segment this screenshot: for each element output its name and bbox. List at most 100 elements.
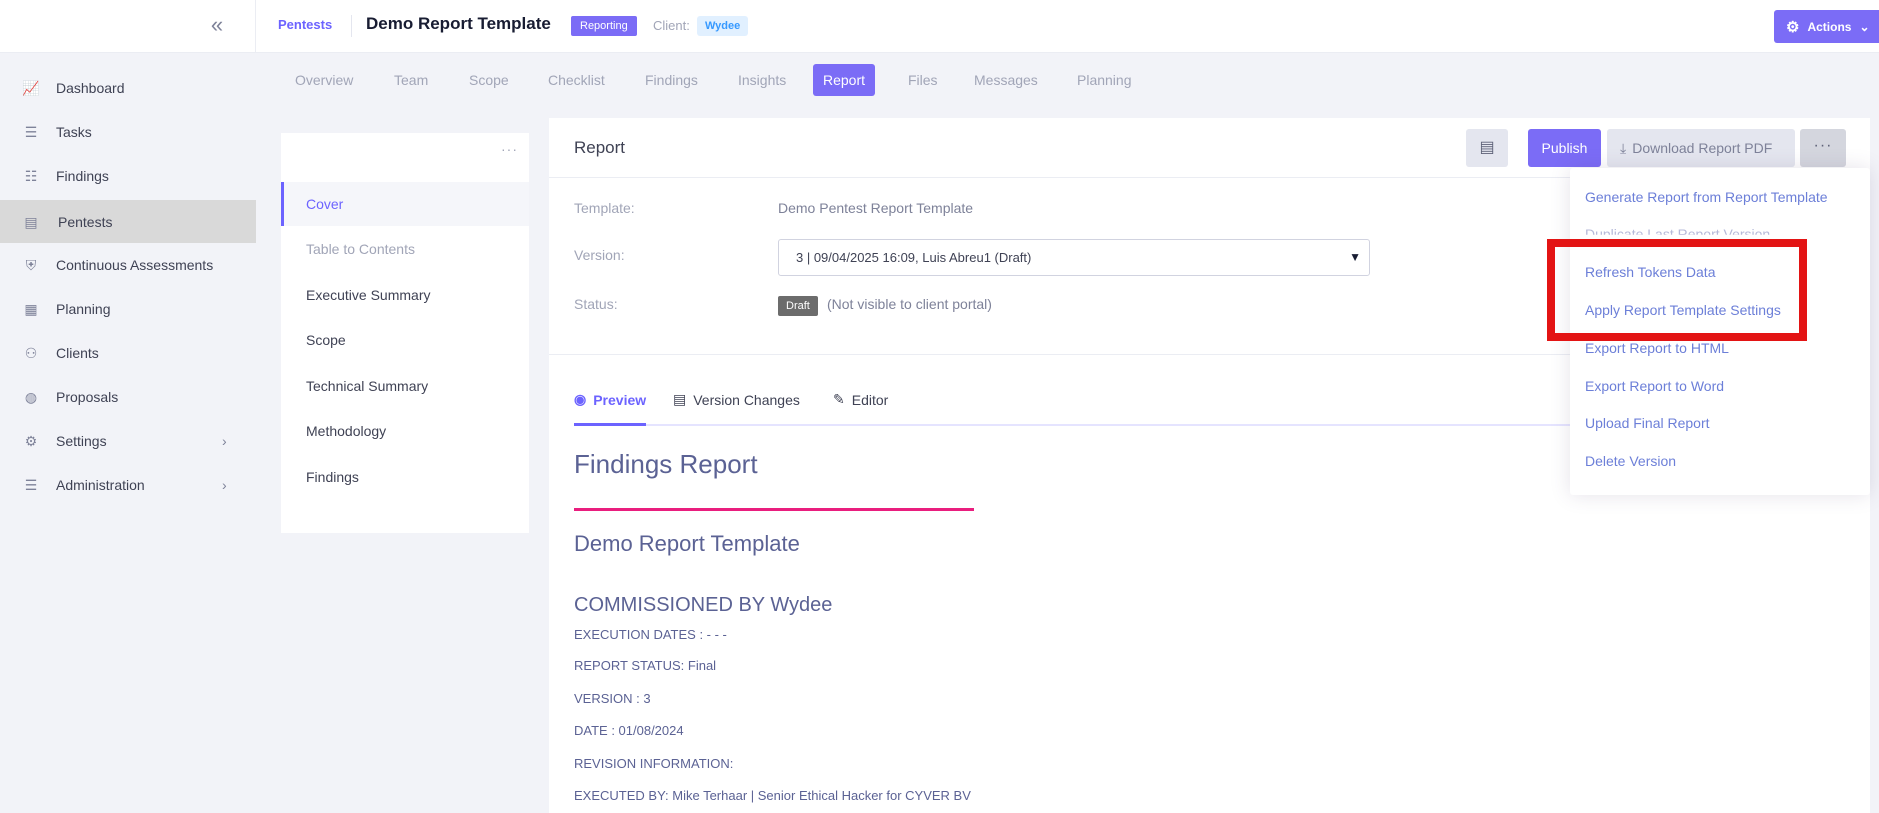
breadcrumb-separator: [351, 15, 352, 37]
collapse-sidebar-icon[interactable]: «: [204, 14, 230, 40]
pencil-icon: ✎: [833, 391, 845, 407]
report-outline: ··· Cover Table to Contents Executive Su…: [281, 133, 529, 533]
outline-item-findings[interactable]: Findings: [281, 455, 529, 499]
tab-preview[interactable]: ◉ Preview: [574, 391, 646, 408]
more-icon: ···: [1813, 137, 1833, 154]
breadcrumb[interactable]: Pentests: [278, 17, 332, 32]
sidebar-item-proposals[interactable]: ◍ Proposals: [0, 375, 256, 418]
report-subheading: Demo Report Template: [574, 531, 800, 556]
chevron-down-icon: ⌄: [1859, 19, 1870, 34]
tab-editor[interactable]: ✎ Editor: [833, 391, 888, 408]
status-label: Status:: [574, 296, 618, 312]
sliders-icon: ☰: [24, 476, 38, 493]
status-badge: Reporting: [571, 16, 637, 36]
sidebar-item-label: Findings: [56, 167, 109, 184]
version-label: Version:: [574, 247, 625, 263]
gear-icon: ⚙: [24, 432, 38, 449]
chevron-down-icon: ▼: [1349, 250, 1361, 264]
version-value: 3 | 09/04/2025 16:09, Luis Abreu1 (Draft…: [796, 250, 1032, 265]
sidebar-item-label: Settings: [56, 432, 107, 449]
menu-item-delete-version[interactable]: Delete Version: [1585, 453, 1676, 469]
tab-checklist[interactable]: Checklist: [538, 64, 615, 96]
sidebar-item-label: Administration: [56, 476, 145, 493]
menu-item-generate-report[interactable]: Generate Report from Report Template: [1585, 189, 1828, 205]
template-value: Demo Pentest Report Template: [778, 200, 974, 216]
report-line: EXECUTION DATES : - - -: [574, 627, 727, 642]
report-line: VERSION : 3: [574, 691, 651, 706]
download-icon: ⤓: [1620, 140, 1627, 156]
menu-item-export-word[interactable]: Export Report to Word: [1585, 378, 1724, 394]
report-line: REVISION INFORMATION:: [574, 756, 734, 771]
menu-item-upload-final[interactable]: Upload Final Report: [1585, 415, 1710, 431]
sidebar-item-label: Clients: [56, 344, 99, 361]
more-options-button[interactable]: ···: [1800, 129, 1846, 167]
outline-item-cover[interactable]: Cover: [281, 182, 529, 226]
template-label: Template:: [574, 200, 635, 216]
document-icon: ▤: [673, 391, 687, 407]
draft-badge: Draft: [778, 296, 818, 316]
sidebar-item-label: Planning: [56, 300, 111, 317]
list-icon: ☰: [24, 123, 38, 140]
sidebar-item-continuous-assessments[interactable]: ⛨ Continuous Assessments: [0, 243, 256, 286]
status-note: (Not visible to client portal): [827, 296, 992, 312]
actions-button[interactable]: ⚙ Actions ⌄: [1774, 10, 1879, 43]
sidebar-item-label: Continuous Assessments: [56, 256, 214, 273]
publish-button[interactable]: Publish: [1528, 129, 1601, 167]
sidebar-item-administration[interactable]: ☰ Administration ›: [0, 463, 256, 506]
tab-messages[interactable]: Messages: [964, 64, 1048, 96]
outline-item-methodology[interactable]: Methodology: [281, 409, 529, 453]
outline-item-table-of-contents[interactable]: Table to Contents: [281, 227, 529, 271]
tab-label: Preview: [593, 391, 647, 408]
tab-findings[interactable]: Findings: [635, 64, 708, 96]
tab-insights[interactable]: Insights: [728, 64, 796, 96]
report-heading: Findings Report: [574, 449, 758, 479]
card-title: Report: [574, 138, 626, 157]
tab-team[interactable]: Team: [384, 64, 438, 96]
outline-item-executive-summary[interactable]: Executive Summary: [281, 273, 529, 317]
topbar-divider: [255, 0, 256, 53]
report-line: REPORT STATUS: Final: [574, 658, 717, 673]
tab-scope[interactable]: Scope: [459, 64, 519, 96]
users-icon: ⚇: [24, 344, 38, 361]
sidebar-item-findings[interactable]: ☷ Findings: [0, 154, 256, 197]
tab-overview[interactable]: Overview: [285, 64, 363, 96]
eye-icon: ◉: [574, 391, 587, 407]
version-select[interactable]: 3 | 09/04/2025 16:09, Luis Abreu1 (Draft…: [778, 239, 1370, 276]
heading-rule: [574, 508, 974, 511]
outline-item-technical-summary[interactable]: Technical Summary: [281, 364, 529, 408]
folder-icon: ▤: [24, 213, 38, 230]
top-bar: « Pentests Demo Report Template Reportin…: [0, 0, 1879, 53]
sidebar: 📈 Dashboard ☰ Tasks ☷ Findings ▤ Pentest…: [0, 53, 256, 813]
stack-icon: ◍: [24, 388, 38, 405]
sidebar-item-pentests[interactable]: ▤ Pentests: [0, 200, 256, 243]
client-label: Client:: [653, 18, 690, 33]
tab-version-changes[interactable]: ▤ Version Changes: [673, 391, 800, 408]
client-badge[interactable]: Wydee: [697, 16, 749, 36]
report-line: EXECUTED BY: Mike Terhaar | Senior Ethic…: [574, 788, 971, 803]
sidebar-item-settings[interactable]: ⚙ Settings ›: [0, 419, 256, 462]
shield-icon: ⛨: [25, 256, 37, 273]
active-tab-indicator: [574, 423, 646, 426]
outline-item-scope[interactable]: Scope: [281, 318, 529, 362]
comment-button[interactable]: ▤: [1466, 129, 1508, 167]
tab-report[interactable]: Report: [813, 64, 876, 96]
tab-label: Version Changes: [693, 391, 800, 408]
sidebar-item-tasks[interactable]: ☰ Tasks: [0, 110, 256, 153]
tab-planning[interactable]: Planning: [1067, 64, 1142, 96]
menu-item-export-html[interactable]: Export Report to HTML: [1585, 340, 1729, 356]
sidebar-item-label: Dashboard: [56, 79, 125, 96]
sidebar-item-label: Tasks: [56, 123, 92, 140]
chart-icon: 📈: [22, 79, 40, 96]
report-line: DATE : 01/08/2024: [574, 723, 684, 738]
more-options-icon[interactable]: ···: [501, 141, 518, 157]
sidebar-item-clients[interactable]: ⚇ Clients: [0, 331, 256, 374]
download-pdf-button[interactable]: ⤓ Download Report PDF: [1607, 129, 1795, 167]
sidebar-item-planning[interactable]: ▦ Planning: [0, 287, 256, 330]
actions-label: Actions: [1807, 19, 1852, 34]
sidebar-item-dashboard[interactable]: 📈 Dashboard: [0, 66, 256, 109]
tab-files[interactable]: Files: [898, 64, 948, 96]
comment-icon: ▤: [1479, 139, 1495, 156]
highlight-annotation: [1547, 239, 1807, 341]
tab-label: Editor: [851, 391, 889, 408]
download-label: Download Report PDF: [1632, 140, 1773, 156]
